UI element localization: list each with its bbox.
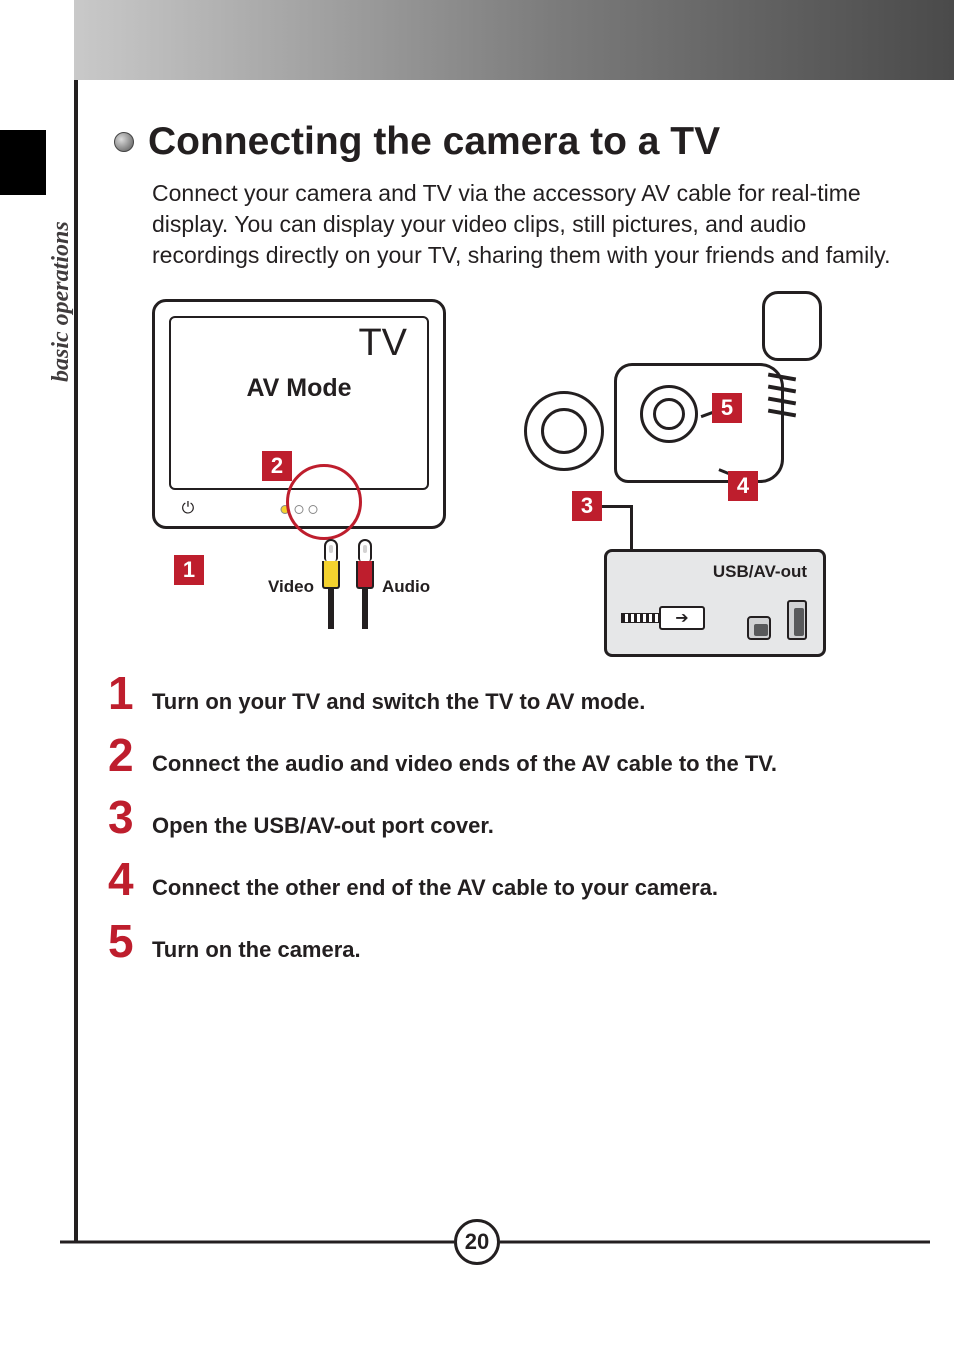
page-title: Connecting the camera to a TV: [148, 120, 720, 164]
step-text: Open the USB/AV-out port cover.: [152, 813, 494, 839]
title-row: Connecting the camera to a TV: [114, 120, 894, 164]
step-item: 5 Turn on the camera.: [108, 918, 894, 964]
step-text: Connect the other end of the AV cable to…: [152, 875, 718, 901]
power-icon: ⏻: [179, 500, 197, 518]
video-label: Video: [268, 577, 314, 597]
connection-diagram: TV AV Mode ⏻ Video Audio: [144, 299, 894, 659]
section-label: basic operations: [48, 221, 75, 382]
callout-1: 1: [174, 555, 204, 585]
av-input-highlight-circle: [286, 464, 362, 540]
camera-illustration: [524, 321, 814, 541]
step-number: 3: [108, 794, 142, 840]
step-number: 4: [108, 856, 142, 902]
port-detail-panel: USB/AV-out ➔: [604, 549, 826, 657]
step-item: 3 Open the USB/AV-out port cover.: [108, 794, 894, 840]
callout-2: 2: [262, 451, 292, 481]
step-text: Connect the audio and video ends of the …: [152, 751, 777, 777]
audio-label: Audio: [382, 577, 430, 597]
bullet-icon: [114, 132, 134, 152]
page-number: 20: [454, 1219, 500, 1265]
step-number: 2: [108, 732, 142, 778]
page-number-wrap: 20: [454, 1219, 500, 1265]
step-item: 1 Turn on your TV and switch the TV to A…: [108, 670, 894, 716]
arrow-right-icon: ➔: [659, 606, 705, 630]
callout-4: 4: [728, 471, 758, 501]
step-item: 4 Connect the other end of the AV cable …: [108, 856, 894, 902]
left-black-tab: [0, 130, 46, 195]
tv-screen: TV AV Mode: [169, 316, 429, 490]
page-number-rule: [500, 1241, 930, 1244]
rca-plug-audio: [356, 539, 374, 629]
port-title: USB/AV-out: [713, 562, 807, 582]
step-item: 2 Connect the audio and video ends of th…: [108, 732, 894, 778]
step-text: Turn on the camera.: [152, 937, 361, 963]
rca-plug-video: [322, 539, 340, 629]
step-number: 5: [108, 918, 142, 964]
step-text: Turn on your TV and switch the TV to AV …: [152, 689, 645, 715]
step-number: 1: [108, 670, 142, 716]
tv-label: TV: [358, 322, 407, 365]
callout-5: 5: [712, 393, 742, 423]
av-cable-connector: ➔: [621, 606, 705, 630]
header-gradient: [74, 0, 954, 80]
callout-3: 3: [572, 491, 602, 521]
tv-avmode-text: AV Mode: [246, 374, 351, 403]
leader-line: [630, 505, 633, 549]
page-number-rule: [60, 1241, 454, 1244]
intro-paragraph: Connect your camera and TV via the acces…: [152, 178, 894, 271]
vertical-divider: [74, 80, 78, 1242]
usb-port-icon: [787, 600, 807, 640]
content-area: Connecting the camera to a TV Connect yo…: [114, 120, 894, 659]
camera-ports: [747, 600, 807, 640]
steps-list: 1 Turn on your TV and switch the TV to A…: [108, 670, 894, 980]
av-out-port-icon: [747, 616, 771, 640]
